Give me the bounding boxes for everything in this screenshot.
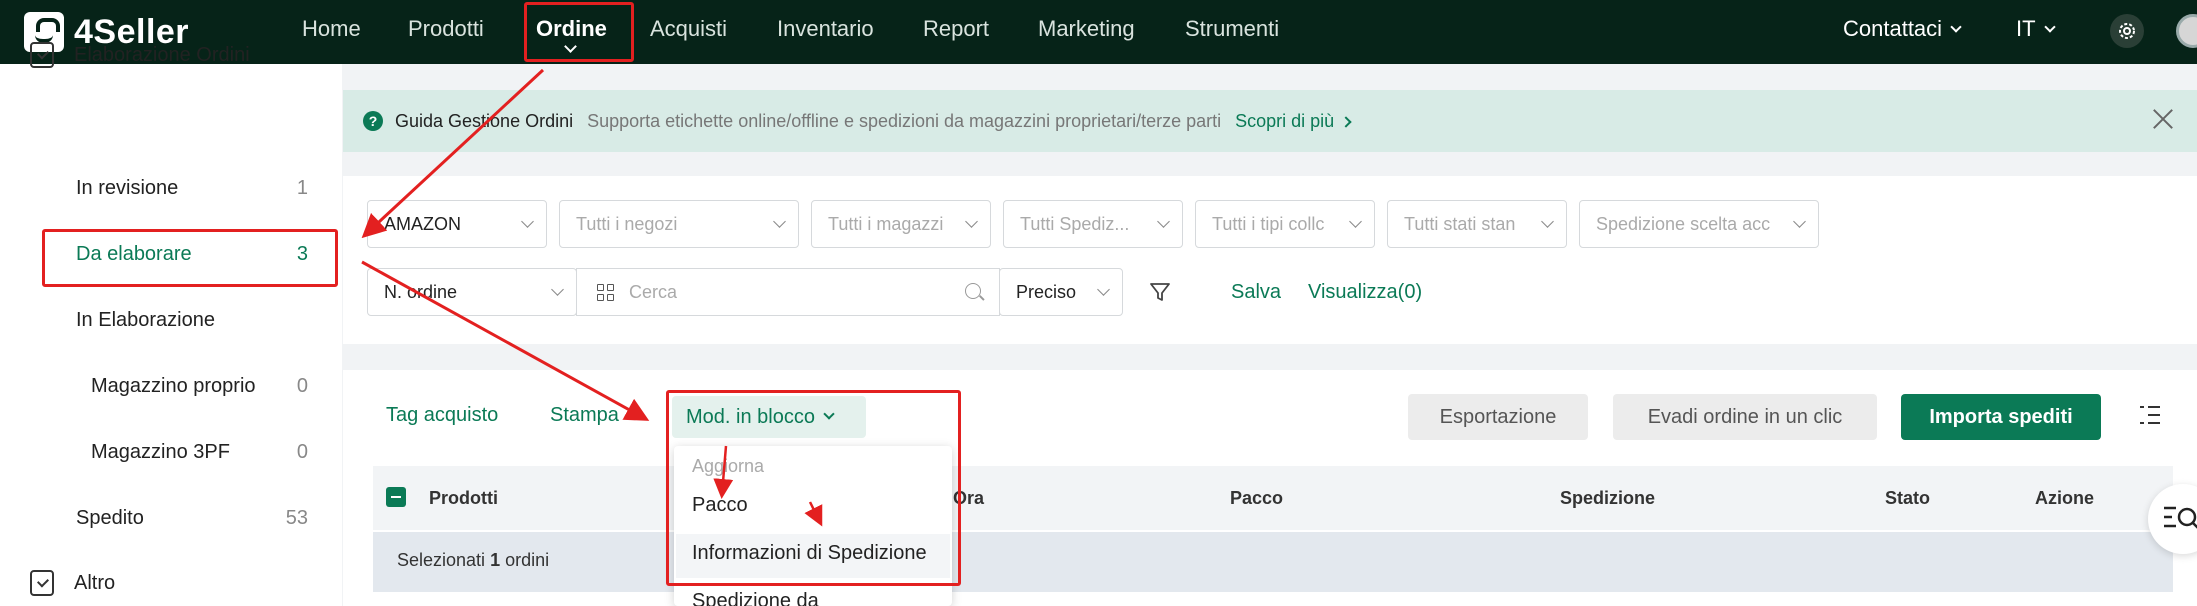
annotation-arrows bbox=[361, 68, 823, 527]
arrow-to-shipping-info bbox=[804, 501, 823, 527]
arrow-to-bulk-edit bbox=[361, 260, 650, 421]
arrow-to-sidebar bbox=[361, 68, 545, 239]
arrow-to-pacco bbox=[713, 445, 734, 499]
